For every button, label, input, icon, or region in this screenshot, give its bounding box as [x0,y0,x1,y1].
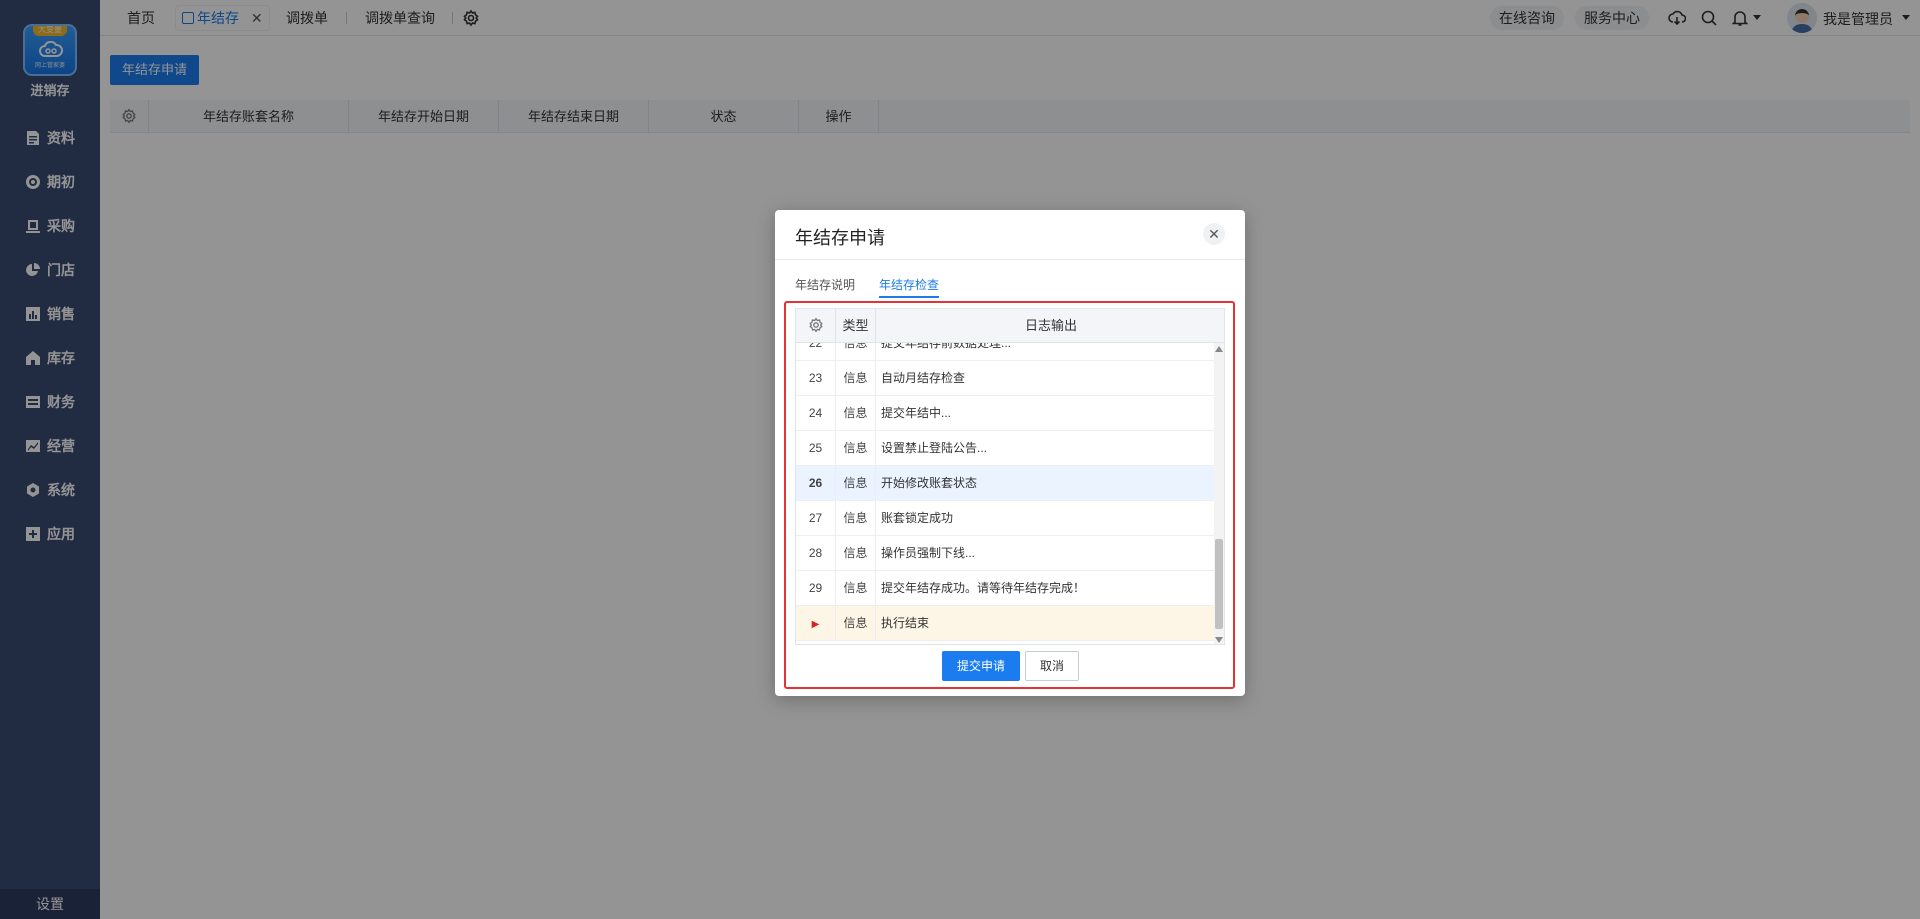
table-row[interactable]: 27 信息 账套锁定成功 [796,501,1216,536]
row-number: 27 [796,501,836,536]
row-message: 提交年结中... [881,406,952,420]
table-row[interactable]: 25 信息 设置禁止登陆公告... [796,431,1216,466]
row-message: 设置禁止登陆公告... [881,441,988,455]
submit-application-button[interactable]: 提交申请 [942,651,1020,681]
table-row[interactable]: 24 信息 提交年结中... [796,396,1216,431]
row-message: 提交年结存成功。请等待年结存完成！ [881,581,1086,595]
vertical-scrollbar[interactable] [1214,343,1224,644]
scroll-up-arrow[interactable] [1215,346,1223,352]
table-row[interactable]: 28 信息 操作员强制下线... [796,536,1216,571]
table-row[interactable]: 23 信息 自动月结存检查 [796,361,1216,396]
row-message: 账套锁定成功 [881,511,954,525]
row-number: 29 [796,571,836,606]
scroll-down-arrow[interactable] [1215,637,1223,643]
dialog-divider [775,259,1245,260]
table-row[interactable]: 22 信息 提交年结存前数据处理... [796,343,1216,361]
row-message: 开始修改账套状态 [881,476,978,490]
row-type: 信息 [836,343,876,361]
dialog-title: 年结存申请 [795,228,885,248]
column-header-type[interactable]: 类型 [836,309,876,343]
row-type: 信息 [836,606,876,641]
table-row-selected[interactable]: 26 信息 开始修改账套状态 [796,466,1216,501]
cancel-button[interactable]: 取消 [1025,651,1079,681]
tab-year-end-check[interactable]: 年结存检查 [879,276,939,293]
log-grid: 类型 日志输出 22 信息 提交年结存前数据处理... 23 信息 自动月结存检… [795,308,1225,645]
row-type: 信息 [836,396,876,431]
gear-icon [808,317,823,333]
row-type: 信息 [836,571,876,606]
row-message: 执行结束 [881,616,930,630]
current-row-indicator: ▶ [796,606,836,641]
close-icon[interactable]: ✕ [1203,223,1225,245]
row-type: 信息 [836,536,876,571]
row-message: 自动月结存检查 [881,371,966,385]
log-grid-header: 类型 日志输出 [796,309,1224,343]
play-arrow-icon: ▶ [811,619,820,630]
table-row[interactable]: 29 信息 提交年结存成功。请等待年结存完成！ [796,571,1216,606]
row-type: 信息 [836,501,876,536]
row-number: 28 [796,536,836,571]
row-number: 26 [796,466,836,501]
table-row-current[interactable]: ▶ 信息 执行结束 [796,606,1216,641]
grid-settings-cell[interactable] [796,309,836,343]
log-grid-body: 22 信息 提交年结存前数据处理... 23 信息 自动月结存检查 24 信息 … [796,343,1216,644]
row-number: 25 [796,431,836,466]
row-number: 22 [796,343,836,361]
row-number: 23 [796,361,836,396]
active-tab-underline [879,296,939,298]
year-end-dialog: 年结存申请 ✕ 年结存说明 年结存检查 类型 日志输出 22 信息 提交年结存前… [775,210,1245,696]
row-number: 24 [796,396,836,431]
column-header-log[interactable]: 日志输出 [876,309,1224,343]
tab-year-end-description[interactable]: 年结存说明 [795,276,855,293]
row-type: 信息 [836,361,876,396]
row-type: 信息 [836,466,876,501]
row-type: 信息 [836,431,876,466]
scrollbar-thumb[interactable] [1215,539,1223,629]
row-message: 操作员强制下线... [881,546,976,560]
row-message: 提交年结存前数据处理... [881,343,1012,350]
